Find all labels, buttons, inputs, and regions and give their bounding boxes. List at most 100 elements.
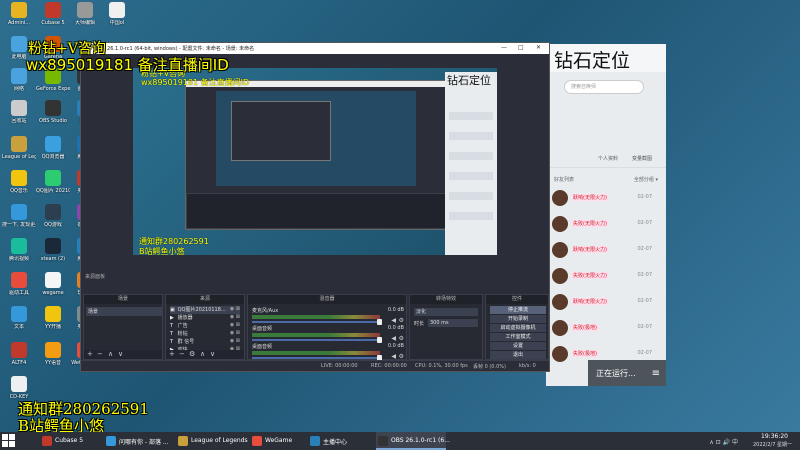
desktop-icon[interactable]: 搜一下, 发现更多 [2,204,36,228]
minimize-icon[interactable]: — [501,44,507,51]
desktop-icon[interactable]: ALTF4 [2,342,36,366]
client-search-input[interactable]: 搜索召唤师 [564,80,644,94]
desktop-icon[interactable]: Admini... [2,2,36,26]
desktop-icon[interactable]: Cubase 5 [36,2,70,26]
source-item[interactable]: ▶ 播放器 ◉ ⊠ [170,314,240,322]
scene-item[interactable]: 场景 [86,307,162,316]
friend-row[interactable]: 失败(无限火力) 02-07 [552,214,660,236]
speaker-icon[interactable]: ◀ [391,353,396,360]
close-icon[interactable]: ✕ [536,44,541,51]
controls-header: 控件 [486,295,548,304]
friend-row[interactable]: 跃响(无限火力) 02-07 [552,292,660,314]
menu-icon[interactable]: ≡ [652,368,660,379]
duration-input[interactable]: 300 ms [428,319,478,327]
taskbar-item[interactable]: OBS 26.1.0-rc1 (6... [376,432,450,450]
tab-profile[interactable]: 个人资料 [598,155,618,162]
source-type-icon: ▣ [170,307,175,313]
desktop-icon[interactable]: 大师编辑 [68,2,102,26]
control-button[interactable]: 开始录制 [490,315,546,323]
clock-date[interactable]: 2022/2/7 星期一 [753,441,792,448]
desktop-icon[interactable]: OBS Studio [36,100,70,124]
lol-client-window[interactable]: 钻石定位 搜索召唤师 个人资料 变量截图 好友列表 全部分组 ▾ 跃响(无限火力… [546,44,666,386]
source-item[interactable]: ▣ QQ图片20210118... ◉ ⊠ [170,306,240,314]
desktop-icon[interactable]: 回收站 [2,100,36,124]
remove-icon[interactable]: − [179,350,185,359]
taskbar-item[interactable]: 问哪有你 - 部落 ... [104,432,174,450]
obs-window[interactable]: OBS 26.1.0-rc1 (64-bit, windows) - 配置文件:… [80,42,550,372]
desktop-icon-label: YY开播 [44,324,62,330]
desktop-icon[interactable]: 中国ol [100,2,134,26]
avatar [552,346,568,362]
eye-icon[interactable]: ◉ ⊠ [230,306,240,312]
desktop-icon[interactable]: steam (2) [36,238,70,262]
volume-slider[interactable] [252,319,382,325]
volume-slider[interactable] [252,337,382,343]
source-item[interactable]: T 粉钻 ◉ ⊠ [170,330,240,338]
control-button[interactable]: 停止推流 [490,306,546,314]
tab-screenshots[interactable]: 变量截图 [632,155,652,162]
friends-header: 好友列表 全部分组 ▾ [554,176,658,183]
add-icon[interactable]: + [87,350,93,359]
nested-obs-window [185,80,447,230]
control-button[interactable]: 启动虚拟摄像机 [490,324,546,332]
desktop-icon[interactable]: wegame [36,272,70,296]
obs-titlebar[interactable]: OBS 26.1.0-rc1 (64-bit, windows) - 配置文件:… [81,43,549,54]
search-placeholder: 搜索召唤师 [571,84,597,90]
match-date: 02-07 [637,246,652,252]
desktop-icon[interactable]: 文本 [2,306,36,330]
obs-preview[interactable]: 钻石定位 粉钻+V咨询 wx895019181 备注直播间ID 通知群28026… [133,68,497,273]
eye-icon[interactable]: ◉ ⊠ [230,330,240,336]
desktop-icon[interactable]: QQ音乐 [2,170,36,194]
desktop-icon[interactable]: QQ浏览器 [36,136,70,160]
desktop-icon[interactable]: CD-KEY [2,376,36,400]
desktop-icon[interactable]: 腾讯视频 [2,238,36,262]
match-date: 02-07 [637,324,652,330]
start-button[interactable] [2,434,16,448]
friends-group-dropdown[interactable]: 全部分组 ▾ [634,176,658,183]
remove-icon[interactable]: − [97,350,103,359]
move-up-icon[interactable]: ∧ [200,350,205,359]
move-up-icon[interactable]: ∧ [108,350,113,359]
gear-icon[interactable]: ⚙ [399,353,404,360]
maximize-icon[interactable]: □ [518,44,524,51]
taskbar-item[interactable]: League of Legends [176,432,248,450]
kbps-status: kb/s: 0 [519,363,536,369]
speaker-icon[interactable]: ◀ [391,317,396,324]
control-button[interactable]: 工作室模式 [490,333,546,341]
desktop-icon[interactable]: 驱动工具 [2,272,36,296]
desktop-icon[interactable]: QQ图片 20210118... [36,170,70,194]
friend-row[interactable]: 跃响(无限火力) 02-07 [552,188,660,210]
match-date: 02-07 [637,220,652,226]
source-item[interactable]: T 群 信号 ◉ ⊠ [170,338,240,346]
desktop-icon[interactable]: League of Legends [2,136,36,160]
taskbar-item[interactable]: 主播中心 [308,432,374,450]
gear-icon[interactable]: ⚙ [189,350,195,359]
gear-icon[interactable]: ⚙ [399,335,404,342]
desktop-icon-label: ALTF4 [11,360,27,366]
eye-icon[interactable]: ◉ ⊠ [230,338,240,344]
app-icon [11,342,27,358]
taskbar-item[interactable]: WeGame [250,432,306,450]
friend-row[interactable]: 跃响(无限火力) 02-07 [552,240,660,262]
tray-icons[interactable]: ∧ ⊡ 🔊 中 [709,437,738,446]
speaker-icon[interactable]: ◀ [391,335,396,342]
eye-icon[interactable]: ◉ ⊠ [230,314,240,320]
control-button[interactable]: 退出 [490,351,546,359]
source-item[interactable]: T 广告 ◉ ⊠ [170,322,240,330]
move-down-icon[interactable]: ∨ [118,350,123,359]
gear-icon[interactable]: ⚙ [399,317,404,324]
ingame-status-bar[interactable]: 正在运行... ≡ [588,360,666,386]
friend-row[interactable]: 失败(无限火力) 02-07 [552,266,660,288]
volume-slider[interactable] [252,355,382,361]
control-button[interactable]: 设置 [490,342,546,350]
desktop-icon[interactable]: YY开播 [36,306,70,330]
transition-select[interactable]: 淡化 [414,308,478,316]
move-down-icon[interactable]: ∨ [210,350,215,359]
friend-row[interactable]: 失败(极地) 02-07 [552,318,660,340]
desktop-icon[interactable]: YY语音 [36,342,70,366]
desktop-icon[interactable]: QQ游戏 [36,204,70,228]
taskbar-item[interactable]: Cubase 5 [40,432,102,450]
clock-time[interactable]: 19:36:20 [761,433,788,440]
add-icon[interactable]: + [169,350,175,359]
eye-icon[interactable]: ◉ ⊠ [230,322,240,328]
